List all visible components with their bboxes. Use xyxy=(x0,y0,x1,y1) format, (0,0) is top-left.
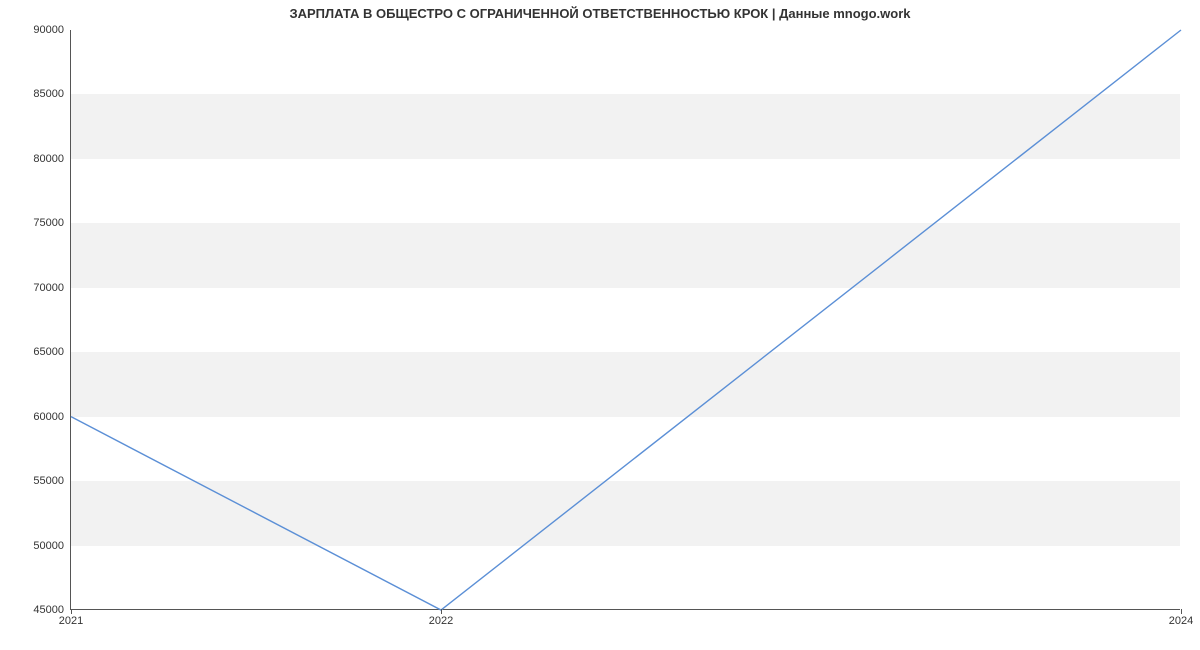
x-tick-mark xyxy=(441,609,442,614)
line-series xyxy=(71,30,1181,610)
y-tick-label: 60000 xyxy=(16,411,64,423)
y-tick-label: 70000 xyxy=(16,282,64,294)
y-tick-label: 55000 xyxy=(16,475,64,487)
y-tick-label: 45000 xyxy=(16,604,64,616)
y-tick-label: 75000 xyxy=(16,217,64,229)
y-tick-label: 65000 xyxy=(16,346,64,358)
chart-container: ЗАРПЛАТА В ОБЩЕСТРО С ОГРАНИЧЕННОЙ ОТВЕТ… xyxy=(0,0,1200,650)
plot-area: 4500050000550006000065000700007500080000… xyxy=(70,30,1180,610)
y-tick-label: 80000 xyxy=(16,153,64,165)
y-tick-label: 50000 xyxy=(16,540,64,552)
x-tick-mark xyxy=(1181,609,1182,614)
x-tick-label: 2024 xyxy=(1169,615,1193,627)
y-tick-label: 90000 xyxy=(16,24,64,36)
y-tick-label: 85000 xyxy=(16,88,64,100)
x-tick-mark xyxy=(71,609,72,614)
x-tick-label: 2022 xyxy=(429,615,453,627)
chart-title: ЗАРПЛАТА В ОБЩЕСТРО С ОГРАНИЧЕННОЙ ОТВЕТ… xyxy=(0,6,1200,21)
x-tick-label: 2021 xyxy=(59,615,83,627)
